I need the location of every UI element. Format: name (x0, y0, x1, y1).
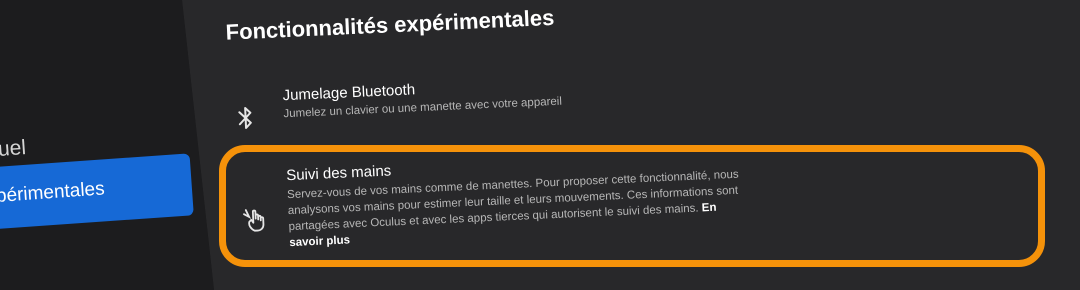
screen: uel périmentales Fonctionnalités expérim… (0, 0, 1080, 290)
sidebar-item-label: périmentales (0, 178, 106, 207)
sidebar-item-label[interactable]: uel (0, 136, 27, 162)
sidebar-item-experimental[interactable]: périmentales (0, 153, 194, 230)
bluetooth-icon (237, 105, 254, 138)
highlight-outline (219, 145, 1045, 267)
